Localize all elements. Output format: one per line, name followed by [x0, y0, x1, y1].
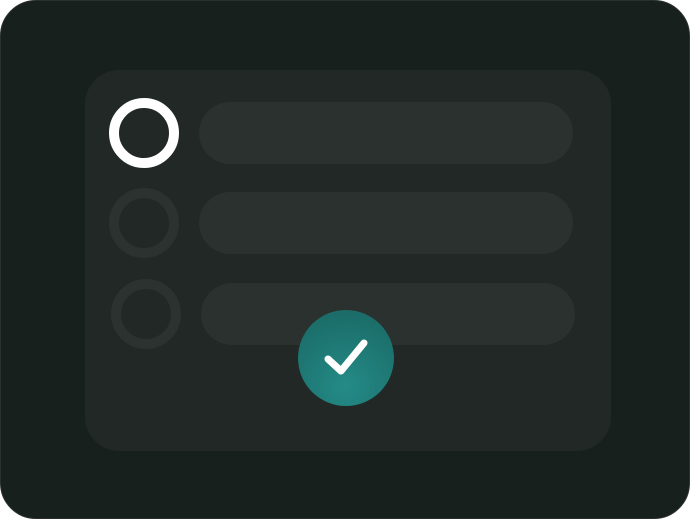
- checkmark-icon: [324, 339, 368, 375]
- confirm-badge[interactable]: [298, 310, 394, 406]
- illustration-frame: [0, 0, 690, 519]
- option-placeholder-line: [199, 192, 573, 254]
- option-row-2[interactable]: [85, 188, 611, 258]
- radio-unselected-icon[interactable]: [111, 279, 181, 349]
- radio-selected-icon[interactable]: [109, 98, 179, 168]
- radio-unselected-icon[interactable]: [109, 188, 179, 258]
- option-row-1[interactable]: [85, 98, 611, 168]
- option-placeholder-line: [199, 102, 573, 164]
